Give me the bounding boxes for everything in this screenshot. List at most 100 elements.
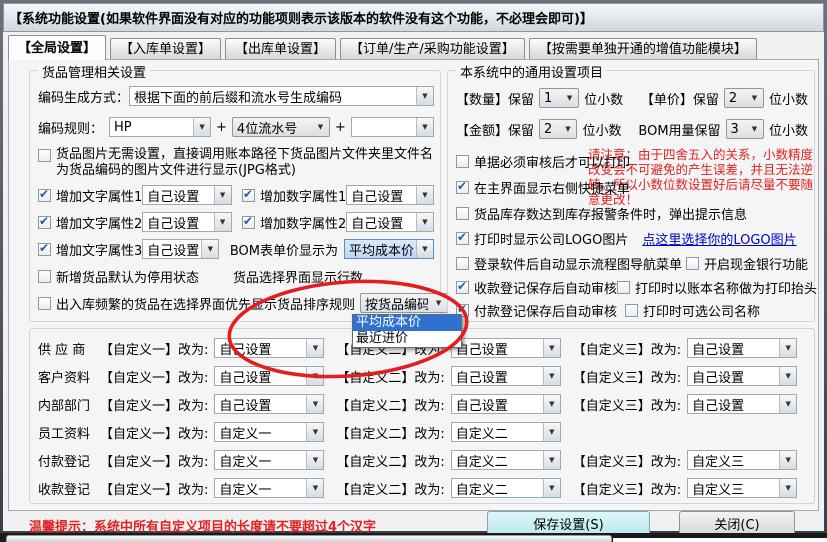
- text-attr3-checkbox[interactable]: [38, 243, 51, 256]
- text-attr2-select[interactable]: 自己设置 ▼: [142, 212, 231, 232]
- qty-decimal-label: 【数量】保留: [456, 89, 534, 108]
- chevron-down-icon: ▼: [214, 213, 231, 231]
- combo-value: 自己设置: [219, 395, 304, 414]
- tab-global-settings[interactable]: 【全局设置】: [8, 35, 106, 60]
- bom-price-label: BOM表单价显示为: [230, 240, 338, 259]
- supplier-custom1-select[interactable]: 自己设置 ▼: [214, 338, 324, 358]
- price-decimal-select[interactable]: 2 ▼: [724, 88, 764, 108]
- chevron-down-icon: ▼: [559, 120, 576, 138]
- combo-value: 自定义二: [456, 423, 541, 442]
- num-attr1-select[interactable]: 自己设置 ▼: [346, 185, 434, 205]
- combo-value: 自定义一: [219, 479, 304, 498]
- dropdown-option-latest-purchase[interactable]: 最近进价: [353, 331, 461, 347]
- employee-custom1-select[interactable]: 自定义一 ▼: [214, 422, 324, 442]
- tab-inbound-settings[interactable]: 【入库单设置】: [110, 38, 221, 60]
- custom-row-name: 内部部门: [38, 395, 100, 414]
- customer-custom1-select[interactable]: 自己设置 ▼: [214, 366, 324, 386]
- payment-custom3-select[interactable]: 自定义三 ▼: [687, 450, 797, 470]
- frequent-priority-label: 出入库频繁的货品在选择界面优先显示: [56, 294, 277, 313]
- num-attr1-checkbox[interactable]: [242, 189, 255, 202]
- text-attr2-checkbox[interactable]: [38, 216, 51, 229]
- print-company-name-checkbox[interactable]: [625, 304, 638, 317]
- code-gen-value: 根据下面的前后缀和流水号生成编码: [134, 87, 414, 106]
- code-suffix-select[interactable]: ▼: [351, 117, 434, 137]
- receipt-custom1-select[interactable]: 自定义一 ▼: [214, 478, 324, 498]
- custom-row-name: 供 应 商: [38, 339, 100, 358]
- custom-fields-group: 供 应 商 【自定义一】改为: 自己设置 ▼ 【自定义二】改为: 自己设置 ▼ …: [29, 328, 815, 504]
- print-book-title-checkbox[interactable]: [617, 281, 630, 294]
- window-title: 【系统功能设置(如果软件界面没有对应的功能项则表示该版本的软件没有这个功能，不必…: [9, 8, 593, 27]
- bom-decimal-label: BOM用量保留: [638, 120, 720, 139]
- custom-field3-label: 【自定义三】改为:: [573, 339, 681, 358]
- window-frame: 【系统功能设置(如果软件界面没有对应的功能项则表示该版本的软件没有这个功能，不必…: [0, 0, 827, 534]
- customer-custom3-select[interactable]: 自己设置 ▼: [687, 366, 797, 386]
- decimal-suffix: 位小数: [769, 89, 808, 108]
- department-custom3-select[interactable]: 自己设置 ▼: [687, 394, 797, 414]
- receipt-autoaudit-label: 收款登记保存后自动审核: [474, 278, 617, 297]
- code-serial-select[interactable]: 4位流水号 ▼: [232, 117, 330, 137]
- bom-decimal-select[interactable]: 3 ▼: [726, 119, 764, 139]
- payment-custom1-select[interactable]: 自定义一 ▼: [214, 450, 324, 470]
- group-title: 本系统中的通用设置项目: [456, 62, 607, 81]
- tab-order-production-purchase[interactable]: 【订单/生产/采购功能设置】: [340, 38, 525, 60]
- decimal-suffix: 位小数: [769, 120, 808, 139]
- flowchart-nav-label: 登录软件后自动显示流程图导航菜单: [474, 254, 682, 273]
- receipt-autoaudit-checkbox[interactable]: [456, 281, 469, 294]
- combo-value: 自己设置: [219, 339, 304, 358]
- payment-custom2-select[interactable]: 自定义二 ▼: [451, 450, 561, 470]
- custom-field1-label: 【自定义一】改为:: [100, 423, 208, 442]
- supplier-custom2-select[interactable]: 自己设置 ▼: [451, 338, 561, 358]
- text-attr1-select[interactable]: 自己设置 ▼: [142, 185, 231, 205]
- quick-menu-checkbox[interactable]: [456, 181, 469, 194]
- sort-rule-label: 货品排序规则: [277, 294, 355, 313]
- custom-field3-label: 【自定义三】改为:: [573, 367, 681, 386]
- receipt-custom3-select[interactable]: 自定义三 ▼: [687, 478, 797, 498]
- cash-bank-checkbox[interactable]: [686, 257, 699, 270]
- chevron-down-icon: ▼: [779, 395, 796, 413]
- chevron-down-icon: ▼: [306, 423, 323, 441]
- stock-alert-label: 货品库存数达到库存报警条件时，弹出提示信息: [474, 204, 747, 223]
- dropdown-option-average-cost[interactable]: 平均成本价: [353, 315, 461, 331]
- text-attr3-select[interactable]: 自己设置 ▼: [142, 239, 219, 259]
- department-custom1-select[interactable]: 自己设置 ▼: [214, 394, 324, 414]
- group-title: 货品管理相关设置: [38, 62, 150, 81]
- amount-decimal-select[interactable]: 2 ▼: [539, 119, 577, 139]
- custom-field1-label: 【自定义一】改为:: [100, 395, 208, 414]
- frequent-priority-checkbox[interactable]: [38, 297, 51, 310]
- flowchart-nav-checkbox[interactable]: [456, 257, 469, 270]
- employee-custom2-select[interactable]: 自定义二 ▼: [451, 422, 561, 442]
- bom-price-select[interactable]: 平均成本价 ▼: [344, 239, 434, 259]
- new-product-disabled-checkbox[interactable]: [38, 270, 51, 283]
- code-prefix-select[interactable]: HP ▼: [109, 117, 211, 137]
- text-attr1-checkbox[interactable]: [38, 189, 51, 202]
- combo-value: 自定义二: [456, 451, 541, 470]
- sort-rule-select[interactable]: 按货品编码 ▼: [360, 293, 448, 313]
- num-attr2-checkbox[interactable]: [242, 216, 255, 229]
- choose-logo-link[interactable]: 点这里选择你的LOGO图片: [642, 229, 796, 248]
- combo-value: 自己设置: [692, 395, 777, 414]
- num-attr2-select[interactable]: 自己设置 ▼: [346, 212, 434, 232]
- combo-value: 自定义三: [692, 479, 777, 498]
- department-custom2-select[interactable]: 自己设置 ▼: [451, 394, 561, 414]
- custom-field2-label: 【自定义二】改为:: [336, 395, 444, 414]
- product-image-checkbox[interactable]: [38, 149, 51, 162]
- print-book-title-label: 打印时以账本名称做为打印抬头: [635, 278, 817, 297]
- custom-row-name: 客户资料: [38, 367, 100, 386]
- new-product-disabled-label: 新增货品默认为停用状态: [56, 267, 199, 286]
- chevron-down-icon: ▼: [543, 479, 560, 497]
- custom-field1-label: 【自定义一】改为:: [100, 339, 208, 358]
- stock-alert-checkbox[interactable]: [456, 207, 469, 220]
- tab-outbound-settings[interactable]: 【出库单设置】: [225, 38, 336, 60]
- print-logo-checkbox[interactable]: [456, 232, 469, 245]
- qty-decimal-select[interactable]: 1 ▼: [539, 88, 579, 108]
- text-attr3-value: 自己设置: [147, 240, 199, 259]
- background-window-edge: [613, 538, 827, 542]
- supplier-custom3-select[interactable]: 自己设置 ▼: [687, 338, 797, 358]
- chevron-down-icon: ▼: [416, 118, 433, 136]
- receipt-custom2-select[interactable]: 自定义二 ▼: [451, 478, 561, 498]
- tab-value-added-modules[interactable]: 【按需要单独开通的增值功能模块】: [529, 38, 757, 60]
- print-after-audit-checkbox[interactable]: [456, 155, 469, 168]
- customer-custom2-select[interactable]: 自己设置 ▼: [451, 366, 561, 386]
- background-window-titlebar: [6, 535, 612, 542]
- code-gen-select[interactable]: 根据下面的前后缀和流水号生成编码 ▼: [129, 86, 434, 106]
